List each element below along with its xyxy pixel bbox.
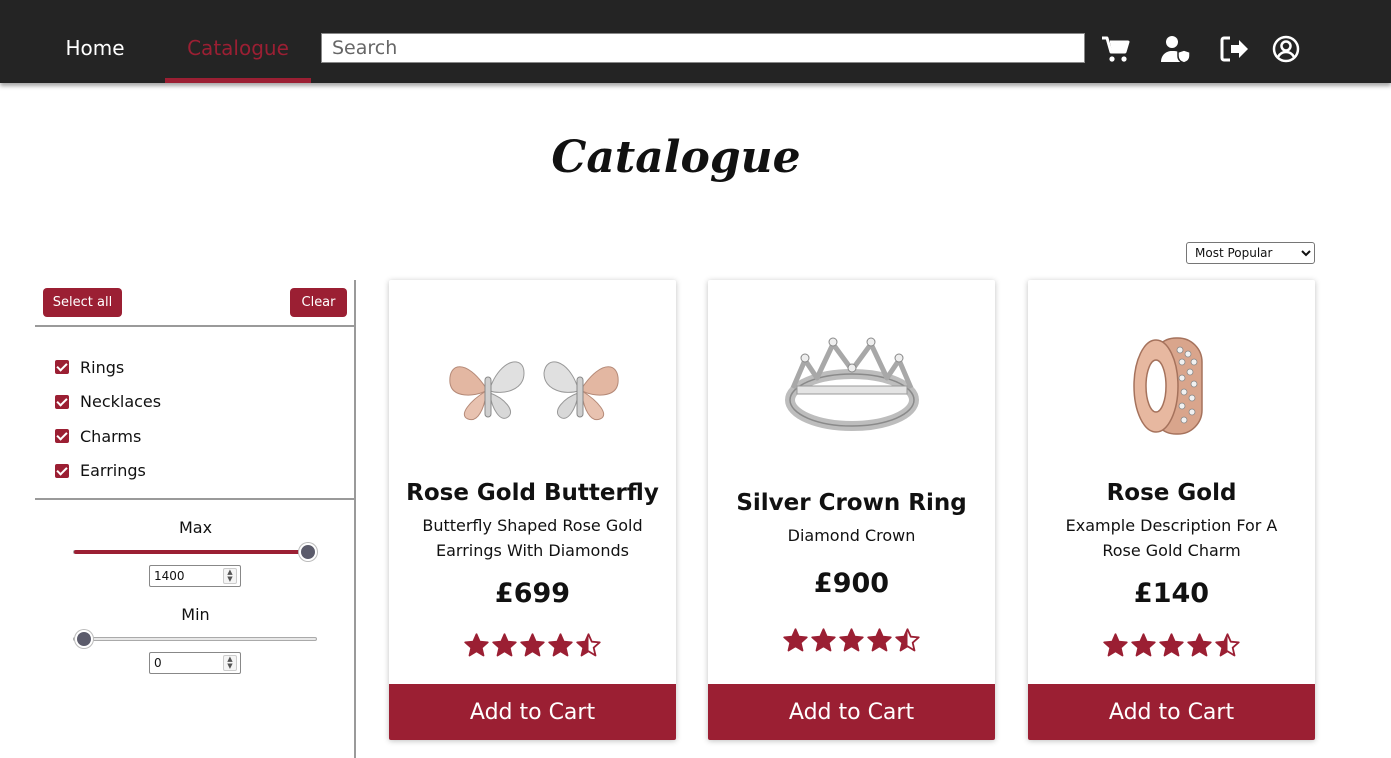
star-full-icon [492, 633, 517, 657]
sort-select[interactable]: Most Popular [1186, 242, 1315, 264]
min-slider[interactable] [73, 630, 317, 648]
select-all-button[interactable]: Select all [43, 288, 122, 317]
checkbox-checked[interactable] [55, 394, 69, 409]
butterfly-earrings-image[interactable] [389, 300, 676, 470]
star-half-icon [1215, 633, 1240, 657]
rating-stars [708, 627, 995, 654]
filter-charms[interactable]: Charms [55, 419, 161, 454]
filter-rings[interactable]: Rings [55, 350, 161, 385]
checkbox-checked[interactable] [55, 463, 69, 478]
filter-necklaces[interactable]: Necklaces [55, 385, 161, 420]
filter-label: Earrings [80, 461, 146, 481]
star-full-icon [1159, 633, 1184, 657]
star-full-icon [811, 628, 836, 652]
filter-label: Necklaces [80, 392, 162, 412]
max-label: Max [178, 518, 213, 537]
checkbox-checked[interactable] [55, 360, 69, 375]
nav-home-link[interactable]: Home [40, 0, 150, 83]
min-label: Min [181, 605, 210, 624]
star-full-icon [464, 633, 489, 657]
add-to-cart-button[interactable]: Add to Cart [389, 684, 676, 740]
page-title: Catalogue [551, 132, 801, 183]
search-input[interactable] [321, 33, 1085, 63]
min-slider-thumb[interactable] [75, 630, 93, 648]
product-card[interactable]: Silver Crown Ring Diamond Crown £900 Add… [708, 280, 995, 740]
cart-icon[interactable] [1100, 33, 1132, 65]
product-description: Example Description For A Rose Gold Char… [1065, 516, 1278, 560]
filter-sidebar: Select all Clear Rings Necklaces Charms … [35, 280, 356, 758]
min-number-input[interactable]: 0 ▲ ▼ [149, 652, 241, 674]
max-slider-fill [74, 550, 308, 554]
max-value: 1400 [154, 569, 185, 583]
star-full-icon [520, 633, 545, 657]
star-half-icon [576, 633, 601, 657]
max-number-input[interactable]: 1400 ▲ ▼ [149, 565, 241, 587]
product-card[interactable]: Rose Gold Butterfly Butterfly Shaped Ros… [389, 280, 676, 740]
product-description: Diamond Crown [787, 526, 916, 545]
navbar: Home Catalogue [0, 0, 1391, 83]
nav-catalogue-link[interactable]: Catalogue [165, 0, 311, 83]
add-to-cart-button[interactable]: Add to Cart [1028, 684, 1315, 740]
category-filter-list: Rings Necklaces Charms Earrings [55, 350, 161, 488]
product-card[interactable]: Rose Gold Example Description For A Rose… [1028, 280, 1315, 740]
star-full-icon [1131, 633, 1156, 657]
product-price: £140 [1133, 578, 1210, 609]
spinner-icon[interactable]: ▲ ▼ [223, 655, 237, 671]
star-full-icon [1187, 633, 1212, 657]
divider [35, 498, 356, 500]
rose-gold-charm-image[interactable] [1028, 300, 1315, 470]
filter-label: Charms [80, 426, 142, 446]
star-full-icon [867, 628, 892, 652]
min-value: 0 [154, 656, 162, 670]
product-description: Butterfly Shaped Rose Gold Earrings With… [422, 516, 643, 560]
star-full-icon [1103, 633, 1128, 657]
star-full-icon [548, 633, 573, 657]
star-full-icon [783, 628, 808, 652]
star-half-icon [895, 628, 920, 652]
product-title: Rose Gold [1106, 480, 1237, 506]
add-to-cart-button[interactable]: Add to Cart [708, 684, 995, 740]
product-price: £699 [494, 578, 571, 609]
filter-label: Rings [80, 357, 125, 377]
star-full-icon [839, 628, 864, 652]
product-price: £900 [813, 568, 890, 599]
crown-ring-image[interactable] [708, 300, 995, 470]
product-title: Rose Gold Butterfly [406, 480, 659, 506]
account-icon[interactable] [1270, 33, 1302, 65]
max-slider[interactable] [73, 543, 317, 561]
rating-stars [1028, 632, 1315, 659]
rating-stars [389, 632, 676, 659]
divider [35, 325, 356, 327]
user-shield-icon[interactable] [1160, 33, 1192, 65]
max-slider-thumb[interactable] [299, 543, 317, 561]
filter-earrings[interactable]: Earrings [55, 454, 161, 489]
product-title: Silver Crown Ring [736, 490, 967, 516]
spinner-icon[interactable]: ▲ ▼ [223, 568, 237, 584]
clear-button[interactable]: Clear [290, 288, 347, 317]
logout-icon[interactable] [1218, 33, 1250, 65]
checkbox-checked[interactable] [55, 429, 69, 444]
nav-active-underline [165, 78, 311, 83]
